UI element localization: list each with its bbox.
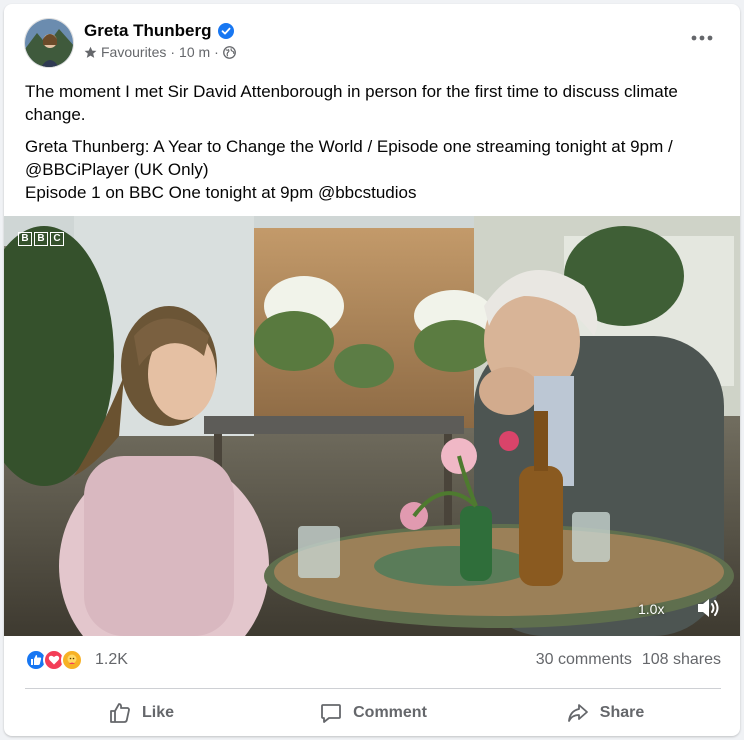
post-actions: Like Comment Share xyxy=(25,694,721,732)
comment-bubble-icon xyxy=(321,704,342,723)
thumbs-up-icon xyxy=(110,703,130,723)
post-paragraph: Episode 1 on BBC One tonight at 9pm @bbc… xyxy=(25,183,417,202)
comment-label: Comment xyxy=(353,704,427,721)
meta-separator: · xyxy=(214,44,219,60)
comments-count[interactable]: 30 comments xyxy=(536,651,632,669)
bbc-letter: C xyxy=(50,232,64,246)
comment-button[interactable]: Comment xyxy=(257,694,489,732)
author-name[interactable]: Greta Thunberg xyxy=(84,21,212,41)
share-label: Share xyxy=(599,704,645,721)
globe-icon xyxy=(222,45,236,59)
post-paragraph: Greta Thunberg: A Year to Change the Wor… xyxy=(25,137,673,179)
meta-separator: · xyxy=(170,44,176,60)
reaction-count[interactable]: 1.2K xyxy=(95,651,128,669)
share-button[interactable]: Share xyxy=(489,694,721,732)
share-arrow-icon xyxy=(567,704,588,722)
verified-badge-icon xyxy=(217,23,234,39)
care-reaction-icon xyxy=(61,649,83,671)
video-frame xyxy=(4,216,740,636)
shares-count[interactable]: 108 shares xyxy=(642,651,721,669)
post-paragraph: The moment I met Sir David Attenborough … xyxy=(25,82,678,124)
video-player[interactable]: B B C 1.0x xyxy=(4,216,740,636)
avatar[interactable] xyxy=(24,18,74,68)
post-time[interactable]: 10 m xyxy=(179,44,210,60)
post-text: The moment I met Sir David Attenborough … xyxy=(25,80,725,213)
more-dots-icon xyxy=(691,35,713,41)
like-label: Like xyxy=(141,704,174,721)
post-card: Greta Thunberg Favourites · 10 m · The m… xyxy=(4,4,740,736)
favourites-label: Favourites xyxy=(101,44,167,60)
volume-button[interactable] xyxy=(694,594,722,622)
bbc-letter: B xyxy=(34,232,48,246)
divider xyxy=(25,688,721,689)
author-row: Greta Thunberg xyxy=(84,21,234,41)
like-button[interactable]: Like xyxy=(25,694,257,732)
reaction-summary[interactable]: 1.2K xyxy=(25,649,128,671)
comment-share-counts: 30 comments 108 shares xyxy=(536,651,721,669)
post-meta: Favourites · 10 m · xyxy=(84,44,236,60)
volume-icon xyxy=(698,599,719,617)
bbc-watermark: B B C xyxy=(18,232,64,246)
bbc-letter: B xyxy=(18,232,32,246)
more-options-button[interactable] xyxy=(688,28,716,48)
star-icon xyxy=(84,46,97,58)
post-header: Greta Thunberg Favourites · 10 m · xyxy=(4,4,740,72)
engagement-stats: 1.2K 30 comments 108 shares xyxy=(25,646,721,674)
playback-speed-button[interactable]: 1.0x xyxy=(638,601,664,617)
